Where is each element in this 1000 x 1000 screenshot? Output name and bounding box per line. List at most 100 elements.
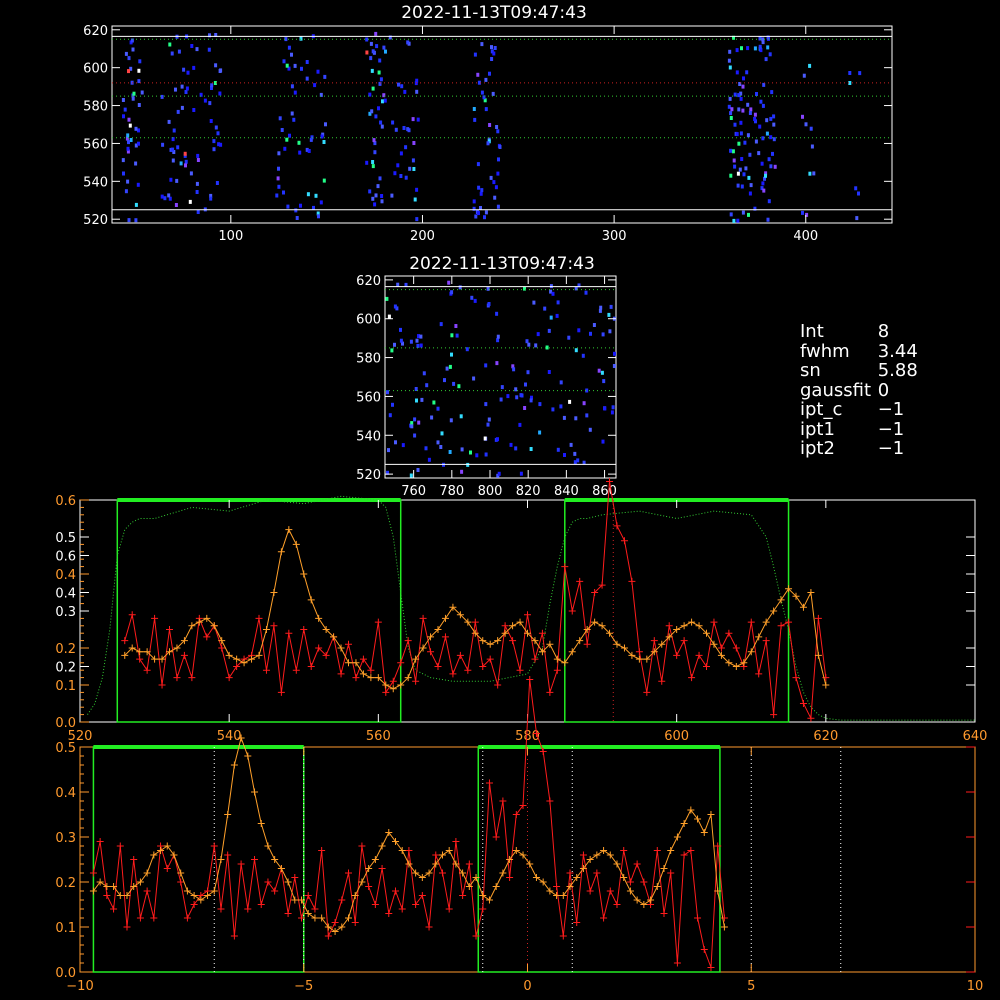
plot1-orange-series-point [300,570,308,578]
top-pixel [492,180,496,185]
top-pixel [134,218,138,223]
mid-pixel [574,416,578,421]
plot2-red-series-point [559,932,567,940]
top-pixel [748,191,752,196]
plot2-orange-series-point [318,914,326,922]
mid-pixel [612,364,616,368]
plot2-ytick-label: 0.4 [55,786,76,801]
mid-pixel [597,368,601,373]
top-pixel [733,122,737,127]
top-pixel [365,50,369,55]
mid-pixel [445,366,449,371]
mid-pixel [607,312,611,317]
top-pixel [121,158,125,163]
plot2-red-series-point [653,847,661,854]
plot2-orange-series-point [230,761,238,769]
mid-pixel [430,415,434,420]
top-pixel [126,133,130,138]
top-pixel [396,163,400,168]
mid-pixel [422,371,426,376]
plot2-orange-series-point [660,865,668,872]
top-pixel [287,45,291,50]
top-pixel [772,122,776,127]
top-pixel [369,56,373,61]
top-pixel [758,124,762,129]
top-pixel [406,127,410,132]
plot2-red-series-point [499,797,507,805]
plot2-red-series-point [667,869,675,877]
top-xtick-label: 100 [218,229,243,244]
top-pixel [174,203,178,207]
mid-pixel [514,446,518,451]
mid-xtick-label: 780 [439,484,464,499]
top-pixel [735,48,739,53]
top-pixel [747,175,751,180]
plot2-orange-series-point [136,878,144,886]
plot1-red-series-point [374,618,382,626]
plot2-orange-series-point [613,860,621,868]
top-pixel [285,137,289,142]
plot2-orange-series-point [398,847,406,854]
mid-pixel [499,397,503,402]
top-ytick-label: 580 [83,100,108,115]
top-pixel [415,217,419,222]
top-pixel [391,120,395,125]
top-pixel [476,72,480,77]
top-pixel [305,76,309,81]
plot2-orange-series-point [438,851,446,859]
plot2-red-series-point [291,874,299,881]
top-ytick-label: 520 [83,213,108,228]
top-pixel [377,70,381,75]
plot1-orange-series-point [188,622,196,630]
top-pixel [732,218,736,223]
top-pixel [762,188,766,193]
top-pixel [184,159,188,164]
top-pixel [760,161,764,166]
top-pixel [322,140,326,144]
top-pixel [812,171,816,176]
top-pixel [285,63,289,68]
plot1-red-series-point [770,711,778,719]
top-pixel [382,93,386,98]
top-pixel [728,65,732,70]
mid-pixel [569,442,573,447]
plot2-ytick-label: 0.1 [55,921,76,936]
top-pixel [374,193,378,198]
plot2-orange-series-point [244,752,252,760]
mid-pixel [486,422,490,427]
top-pixel [766,45,770,50]
top-pixel [127,218,131,223]
mid-xtick-label: 800 [478,484,503,499]
plot1-red-series-point [464,666,472,674]
plot2-red-series-point [257,901,265,908]
plot2-xtick-label: −5 [294,979,313,994]
mid-panel-title: 2022-11-13T09:47:43 [409,254,595,274]
plot2-orange-series-line [92,736,725,933]
mid-pixel [534,343,538,348]
mid-ytick-label: 600 [356,313,381,328]
mid-pixel [543,306,547,311]
plot2-red-series-point [620,847,628,854]
top-pixel [394,127,398,132]
top-pixel [323,74,327,79]
top-pixel [480,90,484,95]
plot1-orange-series-point [732,663,740,670]
top-pixel [771,151,774,156]
top-pixel [373,202,377,207]
top-pixel [134,161,138,166]
top-pixel [123,107,127,112]
mid-pixel [449,418,453,423]
plot2-red-series-point [479,905,487,913]
plot1-orange-series-line [124,528,827,690]
top-pixel [218,91,222,96]
top-pixel [761,103,765,108]
mid-pixel [577,328,581,333]
plot1-red-series-point [173,674,181,682]
plot2-orange-series-point [720,923,728,931]
plot2-red-series-point [700,946,708,953]
info-key: ipt1 [800,418,835,440]
plot2-red-series-point [378,865,386,872]
top-pixel [368,189,372,194]
top-pixel [769,135,773,140]
top-pixel [403,89,407,94]
